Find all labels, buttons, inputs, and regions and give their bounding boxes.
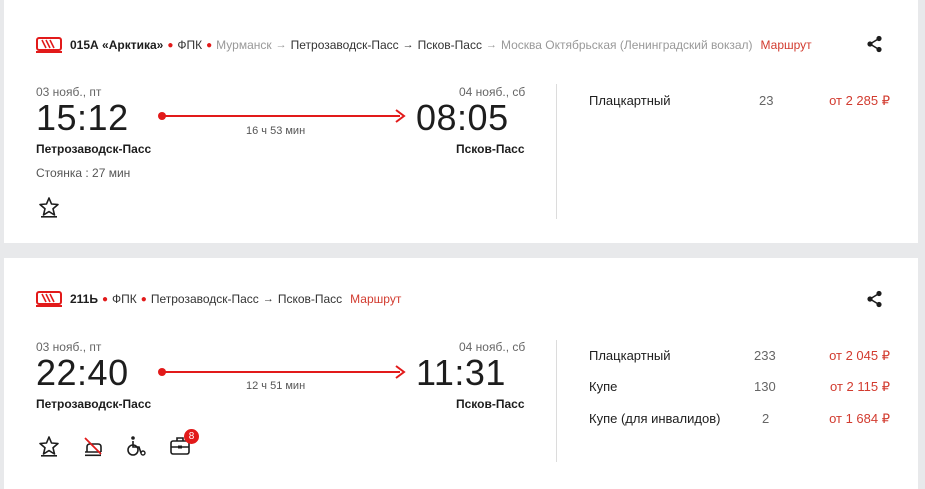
class-price[interactable]: от 2 285 ₽ bbox=[794, 93, 890, 109]
arrival-time: 11:31 bbox=[416, 352, 506, 393]
stop-duration: Стоянка : 27 мин bbox=[36, 166, 131, 180]
no-bedding-icon[interactable] bbox=[82, 435, 104, 457]
route-station: Псков-Пасс bbox=[277, 292, 343, 306]
route-link[interactable]: Маршрут bbox=[761, 38, 812, 52]
column-divider bbox=[556, 84, 557, 219]
train-header: 015А «Арктика» ● ФПК ● Мурманск → Петроз… bbox=[36, 37, 812, 53]
carrier-name: ФПК bbox=[177, 38, 203, 52]
travel-duration: 16 ч 53 мин bbox=[246, 125, 306, 137]
arrival-station: Псков-Пасс bbox=[456, 397, 525, 411]
car-class-name[interactable]: Плацкартный bbox=[589, 348, 671, 363]
share-icon[interactable] bbox=[866, 35, 884, 53]
departure-time: 15:12 bbox=[36, 97, 129, 138]
wheelchair-icon[interactable] bbox=[125, 435, 147, 457]
route-station: Петрозаводск-Пасс bbox=[150, 292, 259, 306]
route-station: Петрозаводск-Пасс bbox=[290, 38, 399, 52]
train-logo-icon bbox=[36, 37, 62, 53]
column-divider bbox=[556, 340, 557, 462]
route-station: Москва Октябрьская (Ленинградский вокзал… bbox=[500, 38, 753, 52]
train-header: 211Ь ● ФПК ● Петрозаводск-Пасс → Псков-П… bbox=[36, 291, 401, 307]
separator-dot: ● bbox=[206, 39, 213, 51]
departure-time: 22:40 bbox=[36, 352, 129, 393]
departure-station: Петрозаводск-Пасс bbox=[36, 142, 152, 156]
train-number: 015А «Арктика» bbox=[70, 38, 164, 52]
route-arrow-icon: → bbox=[402, 39, 414, 51]
route-station: Псков-Пасс bbox=[417, 38, 482, 52]
route-arrow-icon: → bbox=[262, 293, 274, 305]
route-arrow-icon: → bbox=[485, 39, 497, 51]
arrival-time: 08:05 bbox=[416, 97, 509, 138]
arrival-station: Псков-Пасс bbox=[456, 142, 525, 156]
car-class-name[interactable]: Купе bbox=[589, 379, 617, 394]
share-icon[interactable] bbox=[866, 290, 884, 308]
carrier-name: ФПК bbox=[112, 292, 137, 306]
route-line bbox=[164, 371, 400, 373]
car-class-name[interactable]: Купе (для инвалидов) bbox=[589, 411, 720, 426]
route-line bbox=[164, 115, 400, 117]
car-class-name[interactable]: Плацкартный bbox=[589, 93, 671, 108]
seat-count: 2 bbox=[762, 411, 770, 426]
train-card: 015А «Арктика» ● ФПК ● Мурманск → Петроз… bbox=[4, 0, 918, 243]
route-arrow-icon: → bbox=[275, 39, 287, 51]
separator-dot: ● bbox=[101, 293, 109, 305]
star-icon[interactable] bbox=[38, 435, 60, 457]
seat-count: 23 bbox=[759, 93, 774, 108]
seat-count: 233 bbox=[754, 348, 776, 363]
route-station: Мурманск bbox=[216, 38, 272, 52]
seat-count: 130 bbox=[754, 379, 776, 394]
arrow-head-icon bbox=[395, 109, 406, 123]
travel-duration: 12 ч 51 мин bbox=[246, 380, 306, 392]
class-price[interactable]: от 2 045 ₽ bbox=[794, 348, 890, 364]
route-link[interactable]: Маршрут bbox=[350, 292, 401, 306]
train-logo-icon bbox=[36, 291, 62, 307]
separator-dot: ● bbox=[140, 293, 147, 305]
separator-dot: ● bbox=[167, 39, 174, 51]
arrow-head-icon bbox=[395, 365, 406, 379]
departure-station: Петрозаводск-Пасс bbox=[36, 397, 152, 411]
class-price[interactable]: от 2 115 ₽ bbox=[794, 379, 890, 395]
star-icon[interactable] bbox=[38, 196, 60, 218]
class-price[interactable]: от 1 684 ₽ bbox=[794, 411, 890, 427]
luggage-count-badge: 8 bbox=[184, 429, 199, 444]
train-number: 211Ь bbox=[70, 292, 98, 306]
train-card: 211Ь ● ФПК ● Петрозаводск-Пасс → Псков-П… bbox=[4, 258, 918, 489]
